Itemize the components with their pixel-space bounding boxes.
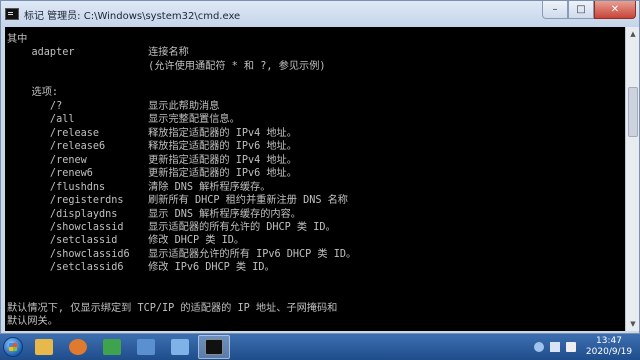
file-explorer-icon [35,339,53,355]
window-title: 标记 管理员: C:\Windows\system32\cmd.exe [24,10,241,22]
console-line: /setclassid6 修改 IPv6 DHCP 类 ID。 [7,262,275,273]
taskbar: 13:47 2020/9/19 [0,334,640,360]
console-line: (允许使用通配符 * 和 ?, 参见示例) [7,61,326,72]
taskbar-app-browser[interactable] [96,335,128,359]
clock[interactable]: 13:47 2020/9/19 [582,336,636,358]
taskbar-app-file-explorer[interactable] [28,335,60,359]
close-button[interactable]: ✕ [594,1,636,19]
console-line: /release6 释放指定适配器的 IPv6 地址。 [7,141,297,152]
network-icon[interactable] [550,342,560,352]
scrollbar-thumb[interactable] [628,87,638,137]
console-line: /release 释放指定适配器的 IPv4 地址。 [7,128,297,139]
notification-icon[interactable] [534,342,544,352]
cmd-window: 标记 管理员: C:\Windows\system32\cmd.exe – □ … [0,0,640,334]
system-tray: 13:47 2020/9/19 [534,334,636,360]
console-line: /setclassid 修改 DHCP 类 ID。 [7,235,245,246]
maximize-button[interactable]: □ [568,1,594,19]
console-output[interactable]: 其中 adapter 连接名称 (允许使用通配符 * 和 ?, 参见示例) 选项… [5,27,625,331]
scroll-down-icon[interactable]: ▼ [626,317,640,331]
console-line: adapter 连接名称 [7,47,189,58]
console-line: /displaydns 显示 DNS 解析程序缓存的内容。 [7,209,301,220]
console-line: /all 显示完整配置信息。 [7,114,240,125]
console-line: /registerdns 刷新所有 DHCP 租约并重新注册 DNS 名称 [7,195,348,206]
clock-date: 2020/9/19 [585,347,633,357]
taskbar-app-network-tool[interactable] [130,335,162,359]
media-player-icon [69,339,87,355]
taskbar-app-control-panel[interactable] [164,335,196,359]
browser-icon [103,339,121,355]
vertical-scrollbar[interactable]: ▲ ▼ [625,27,639,331]
cmd-app-icon[interactable] [5,8,19,20]
console-line: 默认网关。 [7,316,58,327]
minimize-button[interactable]: – [542,1,568,19]
console-line: 默认情况下, 仅显示绑定到 TCP/IP 的适配器的 IP 地址、子网掩码和 [7,303,338,314]
console-line: /? 显示此帮助消息 [7,101,220,112]
window-controls: – □ ✕ [542,1,636,20]
control-panel-icon [171,339,189,355]
console-line: /showclassid 显示适配器的所有允许的 DHCP 类 ID。 [7,222,336,233]
console-line: 其中 [7,34,28,45]
console-line: 选项: [7,87,59,98]
title-bar[interactable]: 标记 管理员: C:\Windows\system32\cmd.exe – □ … [1,1,639,27]
console-line: /flushdns 清除 DNS 解析程序缓存。 [7,182,271,193]
network-tool-icon [137,339,155,355]
taskbar-app-media-player[interactable] [62,335,94,359]
console-line: /renew 更新指定适配器的 IPv4 地址。 [7,155,297,166]
start-button[interactable] [0,334,26,360]
command-prompt-icon [205,339,223,355]
volume-icon[interactable] [566,342,576,352]
clock-time: 13:47 [596,336,622,346]
console-line: /showclassid6 显示适配器允许的所有 IPv6 DHCP 类 ID。 [7,249,357,260]
windows-logo-icon [3,337,23,357]
console-line: /renew6 更新指定适配器的 IPv6 地址。 [7,168,297,179]
taskbar-apps [26,335,230,359]
taskbar-app-command-prompt[interactable] [198,335,230,359]
scroll-up-icon[interactable]: ▲ [626,27,640,41]
